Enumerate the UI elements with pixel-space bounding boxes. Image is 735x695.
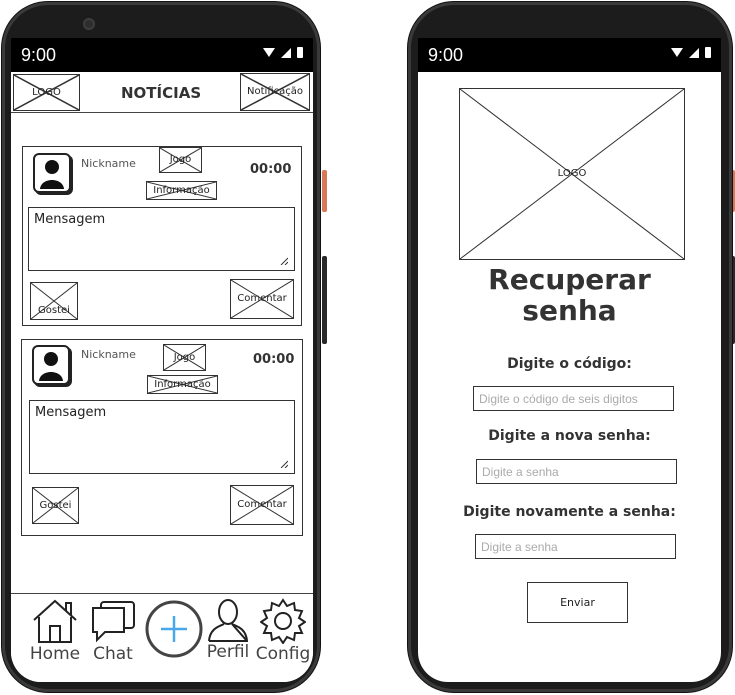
message-text: Mensagem: [35, 405, 107, 420]
avatar[interactable]: [33, 153, 71, 193]
recover-screen: 9:00 LOGO Recuperar senha Digite o códig…: [418, 38, 721, 682]
page-title-line1: Recuperar: [488, 263, 651, 296]
nav-profile-label: Perfil: [206, 642, 250, 662]
game-label: Jogo: [169, 154, 192, 165]
message-field[interactable]: Mensagem: [28, 207, 295, 271]
profile-icon: [208, 599, 249, 642]
logo-label: LOGO: [557, 168, 587, 179]
wifi-icon: [263, 48, 275, 57]
info-tag[interactable]: Informação: [147, 375, 218, 394]
game-label: Jogo: [173, 351, 196, 363]
nav-chat[interactable]: Chat: [87, 600, 139, 664]
post-nickname[interactable]: Nickname: [81, 348, 136, 361]
code-input[interactable]: Digite o código de seis digitos: [473, 386, 674, 411]
signal-icon: [281, 47, 291, 58]
add-post-button[interactable]: [144, 600, 204, 658]
notification-button[interactable]: Notificação: [240, 73, 310, 111]
side-button: [322, 256, 327, 344]
phone-frame-feed: 9:00 LOGO NOTÍCIAS Notificação Nickname: [2, 2, 320, 692]
game-tag[interactable]: Jogo: [163, 344, 206, 371]
message-field[interactable]: Mensagem: [29, 400, 295, 474]
like-button[interactable]: Gostei: [32, 487, 79, 524]
repeat-password-input[interactable]: Digite a senha: [475, 534, 676, 559]
nav-home-label: Home: [29, 644, 81, 664]
post-card: Nickname Jogo Informação 00:00 Mensagem …: [22, 146, 302, 326]
resize-grip-icon: [280, 460, 288, 468]
post-card: Nickname Jogo Informação 00:00 Mensagem …: [21, 339, 303, 536]
repeat-password-label: Digite novamente a senha:: [463, 504, 676, 520]
comment-label: Comentar: [237, 499, 287, 510]
camera: [83, 18, 95, 30]
new-password-input[interactable]: Digite a senha: [476, 459, 677, 484]
avatar[interactable]: [32, 345, 70, 385]
comment-label: Comentar: [237, 293, 287, 304]
wifi-icon: [671, 48, 683, 57]
page-title: Recuperar senha: [418, 264, 721, 326]
status-time: 9:00: [428, 45, 464, 65]
add-icon: [145, 600, 203, 658]
post-time: 00:00: [253, 352, 295, 367]
logo-label: LOGO: [32, 86, 61, 98]
nav-config-label: Config: [255, 644, 311, 664]
post-time: 00:00: [250, 162, 292, 177]
status-time: 9:00: [21, 45, 57, 65]
user-avatar-icon: [40, 160, 64, 189]
nav-chat-label: Chat: [93, 644, 133, 664]
comment-button[interactable]: Comentar: [230, 485, 294, 525]
header-divider: [11, 112, 313, 113]
notification-label: Notificação: [247, 86, 303, 97]
battery-icon: [297, 47, 303, 58]
message-text: Mensagem: [34, 212, 106, 227]
resize-grip-icon: [280, 257, 288, 265]
like-label: Gostei: [38, 305, 70, 316]
battery-icon: [705, 47, 711, 58]
status-bar: 9:00: [418, 38, 721, 72]
game-tag[interactable]: Jogo: [159, 147, 202, 173]
home-icon: [33, 599, 77, 643]
info-label: Informação: [154, 378, 211, 390]
nav-config[interactable]: Config: [255, 598, 311, 664]
info-label: Informação: [153, 184, 210, 196]
new-password-label: Digite a nova senha:: [488, 428, 651, 444]
comment-button[interactable]: Comentar: [230, 279, 294, 319]
logo-placeholder: LOGO: [459, 88, 685, 260]
post-nickname[interactable]: Nickname: [81, 157, 136, 170]
info-tag[interactable]: Informação: [146, 181, 217, 200]
logo-placeholder: LOGO: [13, 74, 80, 111]
feed-screen: 9:00 LOGO NOTÍCIAS Notificação Nickname: [11, 38, 313, 682]
side-button: [322, 170, 327, 212]
page-title: NOTÍCIAS: [121, 84, 202, 102]
page-title-line2: senha: [522, 294, 617, 327]
bottom-nav: Home Chat Perfil Config: [11, 593, 313, 682]
signal-icon: [689, 47, 699, 58]
nav-profile[interactable]: Perfil: [202, 598, 254, 662]
chat-icon: [92, 601, 135, 643]
phone-frame-recover: 9:00 LOGO Recuperar senha Digite o códig…: [408, 2, 732, 692]
submit-button[interactable]: Enviar: [527, 582, 628, 623]
gear-icon: [260, 598, 306, 644]
code-label: Digite o código:: [507, 356, 632, 372]
nav-home[interactable]: Home: [27, 598, 83, 664]
user-avatar-icon: [39, 352, 63, 381]
status-bar: 9:00: [11, 38, 313, 72]
like-button[interactable]: Gostei: [30, 282, 78, 320]
like-label: Gostei: [39, 499, 72, 511]
